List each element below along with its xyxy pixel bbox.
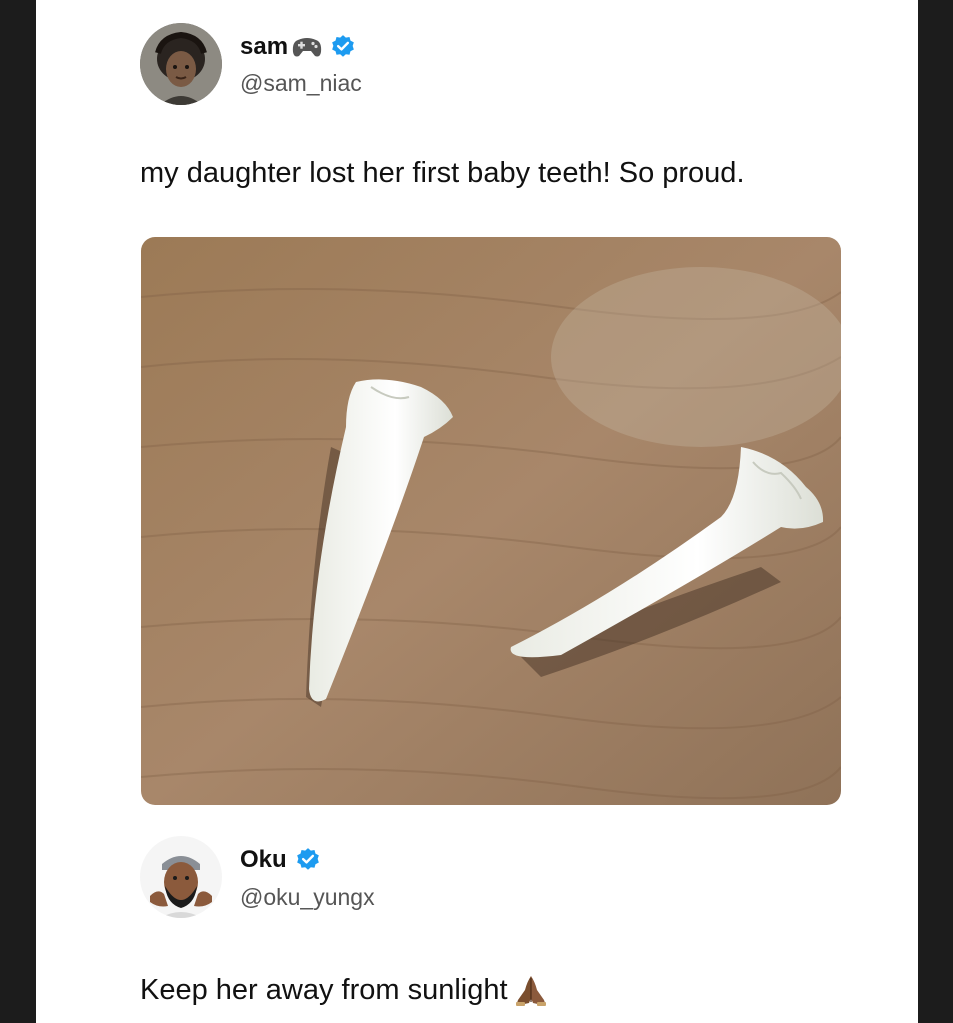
tweet-photo[interactable] — [141, 237, 841, 805]
display-name-sam[interactable]: sam — [240, 33, 288, 61]
handle-oku[interactable]: @oku_yungx — [240, 884, 375, 911]
screenshot-frame: sam @sam_niac my daughter lost her first… — [36, 0, 918, 1023]
tweet-text-sam: my daughter lost her first baby teeth! S… — [140, 157, 745, 189]
name-row-sam: sam — [240, 33, 356, 61]
verified-badge-icon — [330, 34, 356, 60]
avatar-sam[interactable] — [140, 23, 222, 105]
tweet-text-oku: Keep her away from sunlight — [140, 973, 508, 1006]
game-controller-icon — [292, 34, 322, 60]
name-row-oku: Oku — [240, 846, 321, 874]
verified-badge-icon — [295, 847, 321, 873]
tweet-text-oku-row: Keep her away from sunlight — [140, 972, 550, 1008]
folded-hands-icon — [512, 972, 550, 1008]
avatar-oku[interactable] — [140, 836, 222, 918]
handle-sam[interactable]: @sam_niac — [240, 70, 362, 97]
display-name-oku[interactable]: Oku — [240, 846, 287, 874]
